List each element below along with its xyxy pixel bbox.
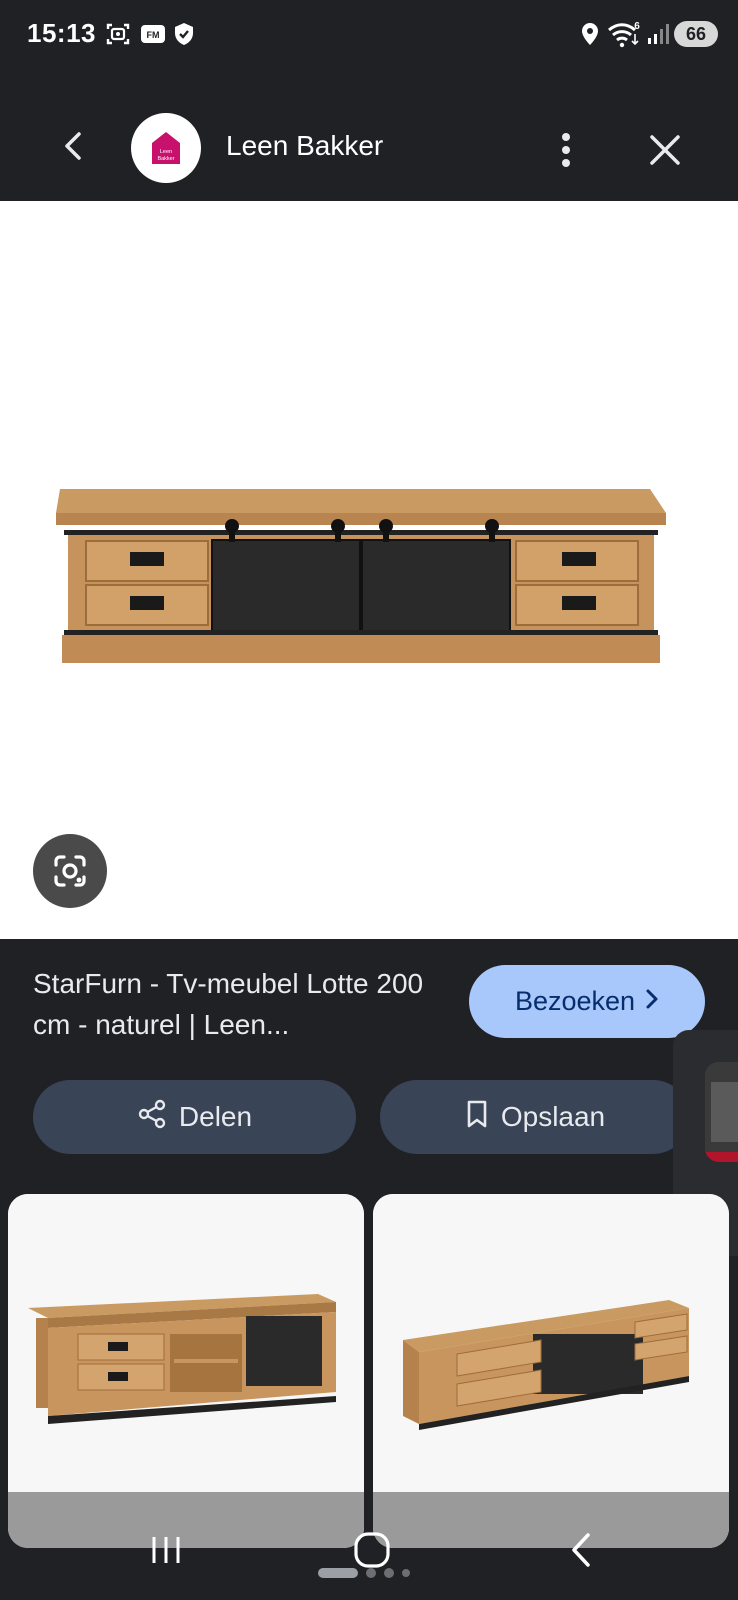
related-image-1[interactable] [8, 1194, 364, 1548]
share-button[interactable]: Delen [33, 1080, 356, 1154]
product-title: StarFurn - Tv-meubel Lotte 200 cm - natu… [33, 968, 424, 1040]
related-image-1-picture [8, 1194, 364, 1492]
google-lens-icon[interactable] [33, 834, 107, 908]
page-dot [384, 1568, 394, 1578]
shield-icon [170, 20, 198, 48]
share-label: Delen [178, 1101, 253, 1132]
battery-indicator: 66 [674, 21, 718, 47]
site-logo: Leen Bakker [131, 113, 201, 183]
location-icon [578, 20, 602, 48]
close-icon[interactable] [645, 130, 685, 170]
related-image-2[interactable] [373, 1194, 729, 1548]
related-image-2-picture [373, 1194, 729, 1492]
status-time: 15:13 [27, 18, 96, 48]
share-icon [137, 1099, 167, 1136]
bookmark-icon [465, 1099, 489, 1136]
product-image-viewer[interactable] [0, 201, 738, 939]
fm-radio-icon: FM [138, 20, 168, 48]
page-dot-active [318, 1568, 358, 1578]
back-arrow-icon[interactable] [55, 128, 91, 164]
visit-button[interactable]: Bezoeken [469, 965, 705, 1038]
page-indicator [318, 1568, 410, 1578]
signal-icon [644, 20, 672, 48]
system-nav-bar [0, 1520, 738, 1600]
svg-text:FM: FM [147, 30, 160, 40]
screenshot-icon [103, 20, 133, 48]
browser-header: Leen Bakker Leen Bakker [0, 70, 738, 201]
more-vert-icon[interactable] [548, 130, 584, 170]
status-bar: 15:13 FM 6 66 [0, 0, 738, 70]
network-badge: 6 [634, 21, 640, 32]
page-dot [366, 1568, 376, 1578]
system-back-icon[interactable] [564, 1530, 600, 1575]
save-label: Opslaan [500, 1101, 606, 1132]
chevron-right-icon [645, 986, 659, 1017]
visit-button-label: Bezoeken [514, 986, 636, 1016]
product-image-tv-cabinet [56, 489, 666, 663]
wifi-icon: 6 [606, 20, 642, 48]
save-button[interactable]: Opslaan [380, 1080, 690, 1154]
recent-apps-icon[interactable] [148, 1532, 184, 1573]
svg-text:Bakker: Bakker [157, 156, 174, 162]
page-dot [402, 1569, 410, 1577]
site-name: Leen Bakker [226, 130, 384, 161]
side-peek-thumbnail [705, 1062, 738, 1162]
svg-text:Leen: Leen [160, 149, 172, 155]
